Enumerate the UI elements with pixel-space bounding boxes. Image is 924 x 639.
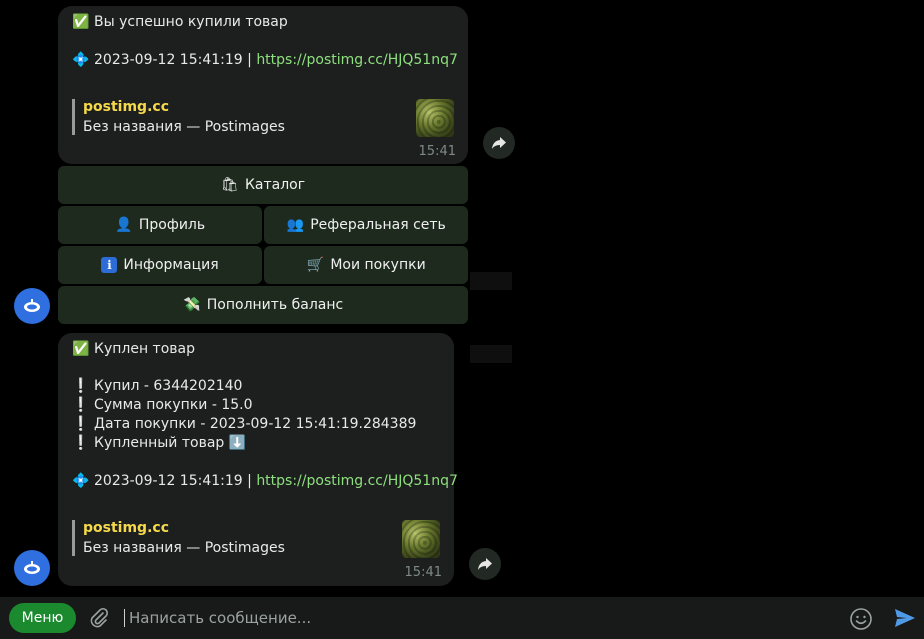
check-mark-icon: ✅: [72, 14, 90, 30]
bot-icon: [24, 561, 40, 574]
background-decoration: [470, 272, 512, 290]
detail-line: ❕ Купил - 6344202140: [72, 378, 243, 394]
keyboard-button-topup[interactable]: 💸 Пополнить баланс: [58, 286, 468, 324]
bot-avatar[interactable]: [14, 288, 50, 324]
message-bubble-purchased-item: ✅ Куплен товар ❕ Купил - 6344202140 ❕ Сумма…: [58, 333, 458, 586]
info-icon: ℹ: [101, 257, 118, 273]
exclamation-icon: ❕: [72, 378, 90, 394]
diamond-icon: 💠: [72, 52, 90, 68]
detail-line: ❕ Купленный товар ⬇️: [72, 435, 247, 451]
message-title: ✅ Куплен товар: [72, 341, 195, 357]
message-time: 15:41: [404, 565, 442, 580]
link-preview[interactable]: postimg.cc Без названия — Postimages: [72, 520, 285, 556]
send-icon: [895, 609, 915, 627]
bot-avatar[interactable]: [14, 550, 50, 586]
message-info-line: 💠 2023-09-12 15:41:19 | https://postimg.c…: [72, 473, 458, 489]
diamond-icon: 💠: [72, 473, 90, 489]
exclamation-icon: ❕: [72, 416, 90, 432]
share-button[interactable]: [483, 127, 515, 159]
send-button[interactable]: [893, 606, 917, 630]
money-wings-icon: 💸: [183, 297, 201, 313]
preview-title: Без названия — Postimages: [83, 119, 285, 135]
share-icon: [492, 137, 506, 149]
share-button[interactable]: [469, 548, 501, 580]
keyboard-button-referral[interactable]: 👥 Реферальная сеть: [264, 206, 468, 244]
paperclip-icon: [90, 607, 109, 628]
background-decoration: [470, 345, 512, 363]
detail-line: ❕ Дата покупки - 2023-09-12 15:41:19.2843…: [72, 416, 417, 432]
bot-icon: [24, 299, 40, 312]
message-composer: Меню Написать сообщение...: [0, 597, 924, 639]
message-time: 15:41: [418, 144, 456, 159]
keyboard-button-profile[interactable]: 👤 Профиль: [58, 206, 262, 244]
cart-icon: 🛒: [306, 257, 325, 273]
users-icon: 👥: [286, 217, 304, 233]
preview-site: postimg.cc: [83, 99, 169, 115]
image-link[interactable]: https://postimg.cc/HJQ51nq7: [256, 473, 458, 489]
message-bubble-purchase-success: ✅ Вы успешно купили товар 💠 2023-09-12 15:…: [58, 6, 468, 164]
preview-thumbnail[interactable]: [416, 99, 454, 137]
smiley-icon: [850, 608, 872, 630]
preview-title: Без названия — Postimages: [83, 540, 285, 556]
user-icon: 👤: [115, 217, 133, 233]
emoji-button[interactable]: [849, 607, 873, 631]
message-title: ✅ Вы успешно купили товар: [72, 14, 288, 30]
exclamation-icon: ❕: [72, 435, 90, 451]
message-info-line: 💠 2023-09-12 15:41:19 | https://postimg.c…: [72, 52, 458, 68]
menu-button[interactable]: Меню: [9, 603, 76, 633]
keyboard-button-catalog[interactable]: 🛍 Каталог: [58, 166, 468, 204]
keyboard-button-purchases[interactable]: 🛒 Мои покупки: [264, 246, 468, 284]
exclamation-icon: ❕: [72, 397, 90, 413]
keyboard-button-information[interactable]: ℹ Информация: [58, 246, 262, 284]
preview-thumbnail[interactable]: [402, 520, 440, 558]
share-icon: [478, 558, 492, 570]
image-link[interactable]: https://postimg.cc/HJQ51nq7: [256, 52, 458, 68]
shopping-bag-icon: 🛍: [221, 177, 239, 193]
check-mark-icon: ✅: [72, 341, 90, 357]
detail-line: ❕ Сумма покупки - 15.0: [72, 397, 253, 413]
preview-site: postimg.cc: [83, 520, 169, 536]
link-preview[interactable]: postimg.cc Без названия — Postimages: [72, 99, 285, 135]
attach-button[interactable]: [88, 607, 110, 629]
message-input[interactable]: Написать сообщение...: [124, 609, 311, 627]
